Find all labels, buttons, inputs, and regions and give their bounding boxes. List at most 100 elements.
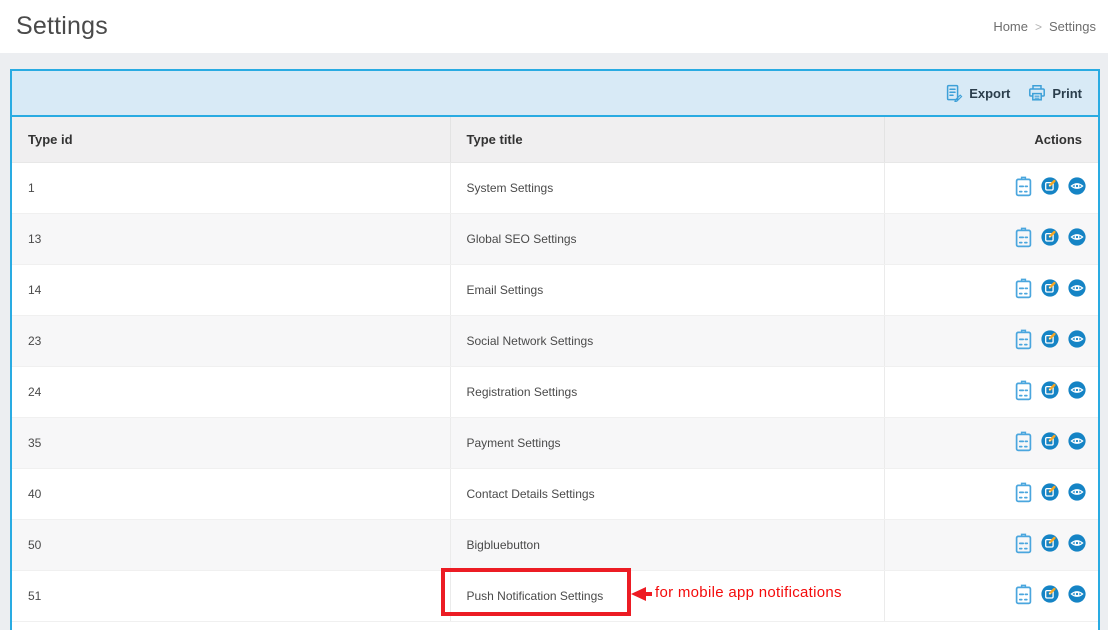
table-row: 1 System Settings	[12, 162, 1098, 213]
annotation-arrow-tail	[644, 592, 652, 596]
type-id-cell: 35	[12, 417, 450, 468]
type-id-cell: 24	[12, 366, 450, 417]
page-title: Settings	[16, 12, 108, 41]
edit-button[interactable]	[1041, 483, 1059, 504]
row-actions	[885, 278, 1087, 302]
edit-icon	[1041, 432, 1059, 453]
details-button[interactable]	[1015, 533, 1032, 557]
edit-button[interactable]	[1041, 279, 1059, 300]
edit-icon	[1041, 330, 1059, 351]
print-button[interactable]: Print	[1028, 84, 1082, 102]
details-button[interactable]	[1015, 380, 1032, 404]
type-title-cell: Registration Settings	[450, 366, 884, 417]
table-row: 35 Payment Settings	[12, 417, 1098, 468]
table-row: 50 Bigbluebutton	[12, 519, 1098, 570]
details-button[interactable]	[1015, 227, 1032, 251]
edit-icon	[1041, 177, 1059, 198]
edit-icon	[1041, 228, 1059, 249]
table-row: 13 Global SEO Settings	[12, 213, 1098, 264]
details-button[interactable]	[1015, 584, 1032, 608]
export-icon	[945, 84, 963, 102]
row-actions	[885, 380, 1087, 404]
clipboard-icon	[1015, 380, 1032, 404]
edit-icon	[1041, 534, 1059, 555]
row-actions	[885, 533, 1087, 557]
view-button[interactable]	[1068, 483, 1086, 504]
edit-button[interactable]	[1041, 330, 1059, 351]
edit-button[interactable]	[1041, 534, 1059, 555]
annotation-highlight-box	[441, 568, 631, 616]
edit-button[interactable]	[1041, 432, 1059, 453]
type-id-cell: 50	[12, 519, 450, 570]
clipboard-icon	[1015, 482, 1032, 506]
print-label: Print	[1052, 86, 1082, 101]
clipboard-icon	[1015, 227, 1032, 251]
edit-icon	[1041, 279, 1059, 300]
eye-icon	[1068, 585, 1086, 606]
type-title-cell: Global SEO Settings	[450, 213, 884, 264]
table-body: 1 System Settings	[12, 162, 1098, 621]
settings-table: Type id Type title Actions 1 System Sett…	[12, 117, 1098, 622]
edit-button[interactable]	[1041, 177, 1059, 198]
eye-icon	[1068, 483, 1086, 504]
type-id-cell: 40	[12, 468, 450, 519]
edit-button[interactable]	[1041, 585, 1059, 606]
eye-icon	[1068, 177, 1086, 198]
settings-panel: Export Print Type id Type title Actions	[10, 69, 1100, 630]
type-id-cell: 23	[12, 315, 450, 366]
annotation-text: for mobile app notifications	[655, 584, 842, 601]
table-row: 23 Social Network Settings	[12, 315, 1098, 366]
clipboard-icon	[1015, 533, 1032, 557]
type-title-cell: Social Network Settings	[450, 315, 884, 366]
table-row: 24 Registration Settings	[12, 366, 1098, 417]
clipboard-icon	[1015, 584, 1032, 608]
type-id-cell: 14	[12, 264, 450, 315]
breadcrumb-separator: >	[1035, 20, 1042, 34]
export-button[interactable]: Export	[945, 84, 1010, 102]
eye-icon	[1068, 381, 1086, 402]
view-button[interactable]	[1068, 177, 1086, 198]
view-button[interactable]	[1068, 228, 1086, 249]
type-title-cell: Payment Settings	[450, 417, 884, 468]
details-button[interactable]	[1015, 431, 1032, 455]
type-title-cell: System Settings	[450, 162, 884, 213]
table-row: 40 Contact Details Settings	[12, 468, 1098, 519]
view-button[interactable]	[1068, 330, 1086, 351]
row-actions	[885, 227, 1087, 251]
type-id-cell: 1	[12, 162, 450, 213]
print-icon	[1028, 84, 1046, 102]
view-button[interactable]	[1068, 432, 1086, 453]
edit-icon	[1041, 381, 1059, 402]
view-button[interactable]	[1068, 381, 1086, 402]
details-button[interactable]	[1015, 329, 1032, 353]
details-button[interactable]	[1015, 278, 1032, 302]
table-toolbar: Export Print	[12, 69, 1098, 117]
edit-button[interactable]	[1041, 381, 1059, 402]
row-actions	[885, 176, 1087, 200]
details-button[interactable]	[1015, 482, 1032, 506]
type-title-cell: Bigbluebutton	[450, 519, 884, 570]
eye-icon	[1068, 279, 1086, 300]
view-button[interactable]	[1068, 585, 1086, 606]
type-title-cell: Email Settings	[450, 264, 884, 315]
column-header-type-title: Type title	[450, 117, 884, 162]
row-actions	[885, 584, 1087, 608]
row-actions	[885, 431, 1087, 455]
clipboard-icon	[1015, 176, 1032, 200]
details-button[interactable]	[1015, 176, 1032, 200]
export-label: Export	[969, 86, 1010, 101]
eye-icon	[1068, 330, 1086, 351]
eye-icon	[1068, 432, 1086, 453]
view-button[interactable]	[1068, 279, 1086, 300]
row-actions	[885, 482, 1087, 506]
clipboard-icon	[1015, 329, 1032, 353]
edit-icon	[1041, 585, 1059, 606]
column-header-actions: Actions	[884, 117, 1098, 162]
breadcrumb-current: Settings	[1049, 19, 1096, 34]
type-id-cell: 51	[12, 570, 450, 621]
edit-button[interactable]	[1041, 228, 1059, 249]
breadcrumb-home[interactable]: Home	[993, 19, 1028, 34]
view-button[interactable]	[1068, 534, 1086, 555]
page-header: Settings Home > Settings	[0, 0, 1108, 53]
eye-icon	[1068, 534, 1086, 555]
